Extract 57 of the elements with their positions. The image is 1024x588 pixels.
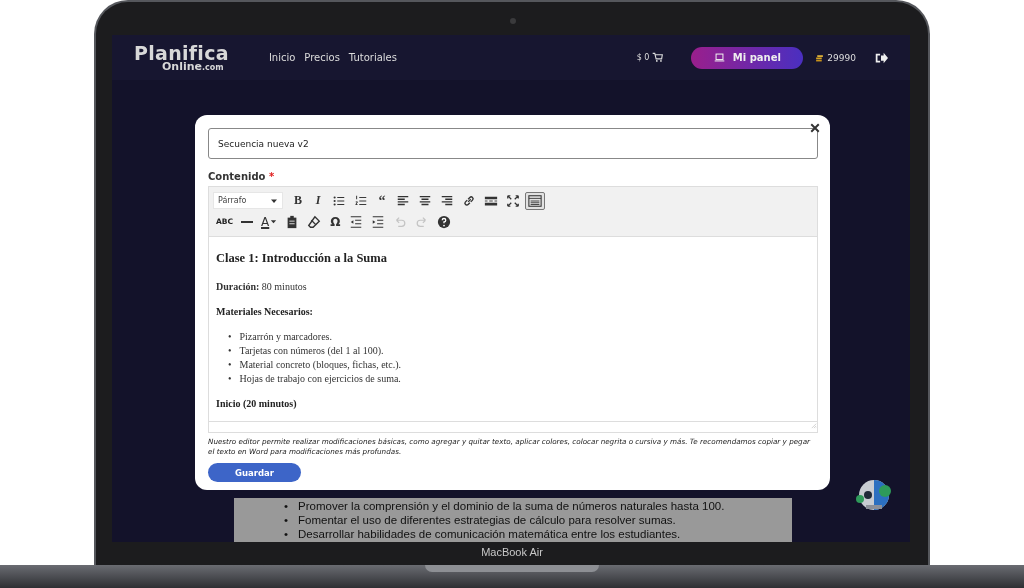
format-button[interactable]: “ xyxy=(373,191,391,210)
resize-handle-icon xyxy=(810,422,817,429)
cart-icon xyxy=(652,52,664,63)
lesson-heading: Clase 1: Introducción a la Suma xyxy=(216,251,388,266)
horizontal-line-icon xyxy=(241,220,254,223)
toolbar-toggle-icon xyxy=(528,193,542,208)
nav-link[interactable]: Inicio xyxy=(268,52,296,63)
list-item: Hojas de trabajo con ejercicios de suma. xyxy=(239,373,401,384)
cart-total: $ 0 xyxy=(636,53,650,62)
bullet: • xyxy=(284,528,289,540)
undo-icon xyxy=(393,214,408,229)
coins-icon xyxy=(815,53,825,62)
bullet: • xyxy=(228,359,232,370)
align-right-icon xyxy=(440,193,454,208)
list-item: Fomentar el uso de diferentes estrategias de cálculo para resolver sumas. xyxy=(298,514,676,526)
numbered-list-icon xyxy=(354,193,368,208)
paragraph: Duración: 80 minutos xyxy=(216,281,308,292)
format-dropdown[interactable]: Párrafo xyxy=(213,192,283,209)
save-button[interactable]: Guardar xyxy=(208,463,301,483)
fullscreen-icon xyxy=(506,193,520,208)
laptop-icon xyxy=(713,52,725,63)
format-button[interactable]: B xyxy=(289,191,307,210)
device-label: MacBook Air xyxy=(480,545,544,560)
caret-icon xyxy=(270,218,278,225)
bullet: • xyxy=(284,500,289,512)
nav-link[interactable]: Precios xyxy=(304,52,340,63)
nav-link[interactable]: Tutoriales xyxy=(348,52,397,63)
link-icon xyxy=(462,193,476,208)
bullet: • xyxy=(228,331,232,342)
help-icon xyxy=(437,214,452,229)
outdent-icon xyxy=(349,214,364,229)
list-item: Pizarrón y marcadores. xyxy=(239,331,332,342)
eraser-icon xyxy=(307,214,322,229)
list-item: Desarrollar habilidades de comunicación matemática entre los estudiantes. xyxy=(298,528,681,540)
bullet: • xyxy=(284,514,289,526)
section-heading: Inicio (20 minutos) xyxy=(216,398,298,409)
title-field[interactable]: Secuencia nueva v2 xyxy=(208,128,818,159)
list-item: Tarjetas con números (del 1 al 100). xyxy=(239,345,384,356)
camera-dot xyxy=(510,18,516,24)
format-button[interactable]: Ω xyxy=(326,212,345,231)
bullet: • xyxy=(228,345,232,356)
list-item: Material concreto (bloques, fichas, etc.). xyxy=(239,359,402,370)
align-left-icon xyxy=(396,193,410,208)
toolbar-button[interactable] xyxy=(525,191,545,210)
section-heading: Materiales Necesarios: xyxy=(216,306,314,317)
logo-subtext: Online.com xyxy=(162,60,224,72)
text-color-button[interactable]: A xyxy=(258,212,281,231)
field-label: Contenido * xyxy=(208,171,275,182)
list-item: Promover la comprensión y el dominio de la suma de números naturales hasta 100. xyxy=(298,500,725,512)
coin-balance: 29990 xyxy=(827,52,856,63)
indent-icon xyxy=(371,214,386,229)
logo-text: Planifica xyxy=(134,43,229,63)
format-button[interactable]: I xyxy=(309,191,327,210)
panel-button[interactable]: Mi panel xyxy=(691,46,804,69)
bullet: • xyxy=(228,373,232,384)
align-center-icon xyxy=(418,193,432,208)
bullet-list-icon xyxy=(332,193,346,208)
